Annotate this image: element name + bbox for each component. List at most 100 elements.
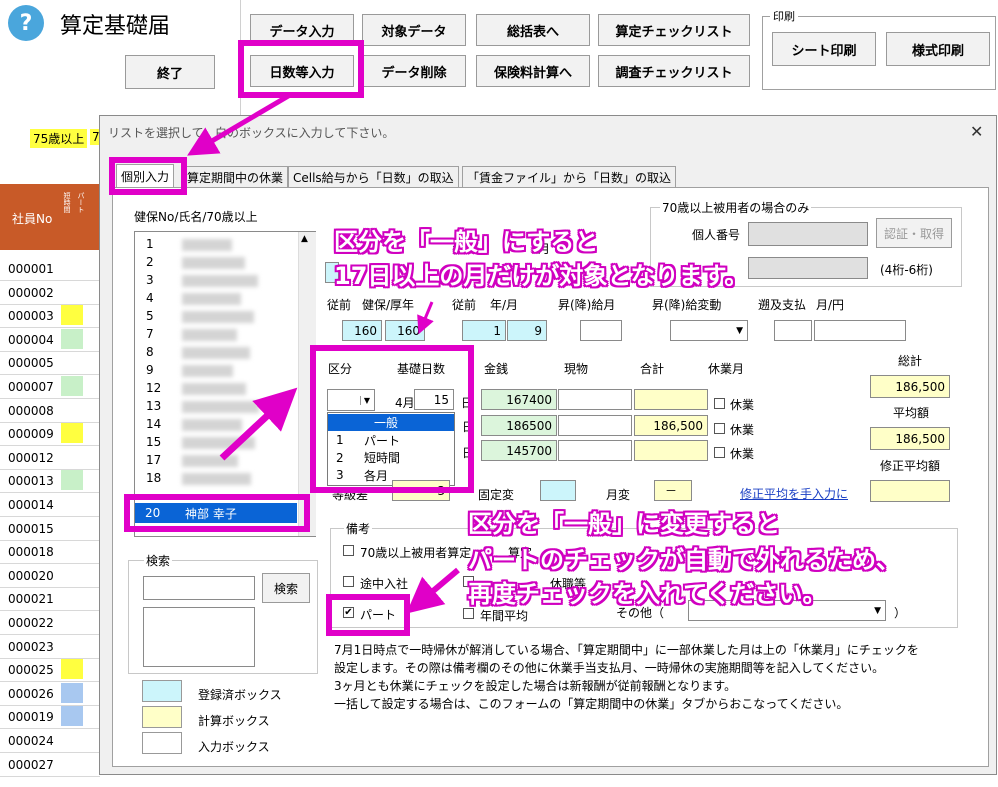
annotation-bottom-3: 再度チェックを入れてください。 [468,580,827,608]
list-scroll-up-icon[interactable]: ▲ [301,234,308,244]
list-item[interactable]: 17 [146,453,161,467]
list-item[interactable]: 9 [146,363,154,377]
tab-cells-import[interactable]: Cells給与から「日数」の取込 [288,166,459,188]
table-row[interactable]: 000003 [8,309,54,323]
row-flag-cell [61,470,83,491]
table-row[interactable]: 000012 [8,451,54,465]
ym-label: 年/月 [490,298,519,312]
table-row[interactable]: 000001 [8,262,54,276]
form-print-button[interactable]: 様式印刷 [886,32,990,66]
row-divider [0,610,100,612]
legend-input: 入力ボックス [198,740,270,754]
help-icon[interactable]: ? [8,5,44,41]
table-row[interactable]: 000027 [8,758,54,772]
raise-salary-field[interactable] [580,320,622,341]
goods-apr[interactable] [558,389,632,410]
col-part: パート [77,192,85,213]
table-row[interactable]: 000022 [8,616,54,630]
tab-leave[interactable]: 算定期間中の休業 [182,166,289,188]
sheet-print-button[interactable]: シート印刷 [772,32,876,66]
premium-calc-button[interactable]: 保険料計算へ [476,55,590,87]
search-button[interactable]: 検索 [262,573,310,603]
data-delete-button[interactable]: データ削除 [362,55,466,87]
leave-jun-checkbox[interactable] [714,447,725,458]
month-change-label: 月変 [606,488,631,502]
tab-wage-import[interactable]: 「賃金ファイル」から「日数」の取込 [462,166,677,188]
list-item[interactable]: 1 [146,237,154,251]
table-row[interactable]: 000005 [8,356,54,370]
table-row[interactable]: 000018 [8,545,54,559]
kenpo-value: 160 [342,320,382,341]
money-may[interactable]: 186500 [481,415,557,436]
table-row[interactable]: 000025 [8,663,54,677]
row-divider [0,445,100,447]
list-item[interactable]: 12 [146,381,161,395]
survey-checklist-button[interactable]: 調査チェックリスト [598,55,750,87]
list-item[interactable]: 7 [146,327,154,341]
personal-no-field [748,222,868,246]
sum-jun [634,440,708,461]
age-label: 75歳以上 [30,129,88,148]
row-divider [0,539,100,541]
list-item[interactable]: 14 [146,417,161,431]
table-row[interactable]: 000002 [8,286,54,300]
note-line-4: 一括して設定する場合は、このフォームの「算定期間中の休業」タブからおこなってくだ… [334,697,849,711]
list-item[interactable]: 2 [146,255,154,269]
table-row[interactable]: 000004 [8,333,54,347]
leave-apr-checkbox[interactable] [714,398,725,409]
row-flag-cell [61,682,83,703]
row-divider [0,374,100,376]
retro-month-field[interactable] [774,320,812,341]
table-row[interactable]: 000020 [8,569,54,583]
close-icon[interactable]: ✕ [970,122,983,141]
table-row[interactable]: 000026 [8,687,54,701]
money-jun[interactable]: 145700 [481,440,557,461]
table-row[interactable]: 000023 [8,640,54,654]
list-item[interactable]: 5 [146,309,154,323]
legend-calc-swatch [142,706,182,728]
month-change-value: － [654,480,692,501]
table-row[interactable]: 000009 [8,427,54,441]
table-row[interactable]: 000024 [8,734,54,748]
money-apr[interactable]: 167400 [481,389,557,410]
table-row[interactable]: 000014 [8,498,54,512]
list-item[interactable]: 4 [146,291,154,305]
list-item[interactable]: 3 [146,273,154,287]
list-item[interactable]: 18 [146,471,161,485]
search-input[interactable] [143,576,255,600]
row-divider [0,327,100,329]
list-item[interactable]: 8 [146,345,154,359]
leave-jun-label: 休業 [730,447,755,461]
annotation-top-2: 17日以上の月だけが対象となります。 [334,262,749,290]
target-data-button[interactable]: 対象データ [362,14,466,46]
legend-registered: 登録済ボックス [198,688,282,702]
midjoin-checkbox[interactable] [343,576,354,587]
table-row[interactable]: 000021 [8,592,54,606]
summary-button[interactable]: 総括表へ [476,14,590,46]
table-row[interactable]: 000008 [8,404,54,418]
search-results[interactable] [143,607,255,667]
table-row[interactable]: 000019 [8,710,54,724]
list-item[interactable]: 13 [146,399,161,413]
list-item[interactable]: 15 [146,435,161,449]
table-row[interactable]: 000015 [8,522,54,536]
manual-avg-link[interactable]: 修正平均を手入力に [740,485,848,502]
annual-avg-checkbox[interactable] [463,608,474,619]
raise-change-select[interactable]: ▼ [670,320,748,341]
auth-button[interactable]: 認証・取得 [876,218,952,248]
exit-button[interactable]: 終了 [125,55,215,89]
goods-jun[interactable] [558,440,632,461]
retro-yen-field[interactable] [814,320,906,341]
table-row[interactable]: 000007 [8,380,54,394]
prev-label-2: 従前 [452,298,477,312]
corr-avg-field[interactable] [870,480,950,502]
leave-may-checkbox[interactable] [714,423,725,434]
goods-may[interactable] [558,415,632,436]
over70-checkbox[interactable] [343,545,354,556]
leave-apr-label: 休業 [730,398,755,412]
total-value: 186,500 [870,375,950,398]
calc-checklist-button[interactable]: 算定チェックリスト [598,14,750,46]
annotation-top-1: 区分を「一般」にすると [334,228,599,256]
table-row[interactable]: 000013 [8,474,54,488]
sum-may: 186,500 [634,415,708,436]
